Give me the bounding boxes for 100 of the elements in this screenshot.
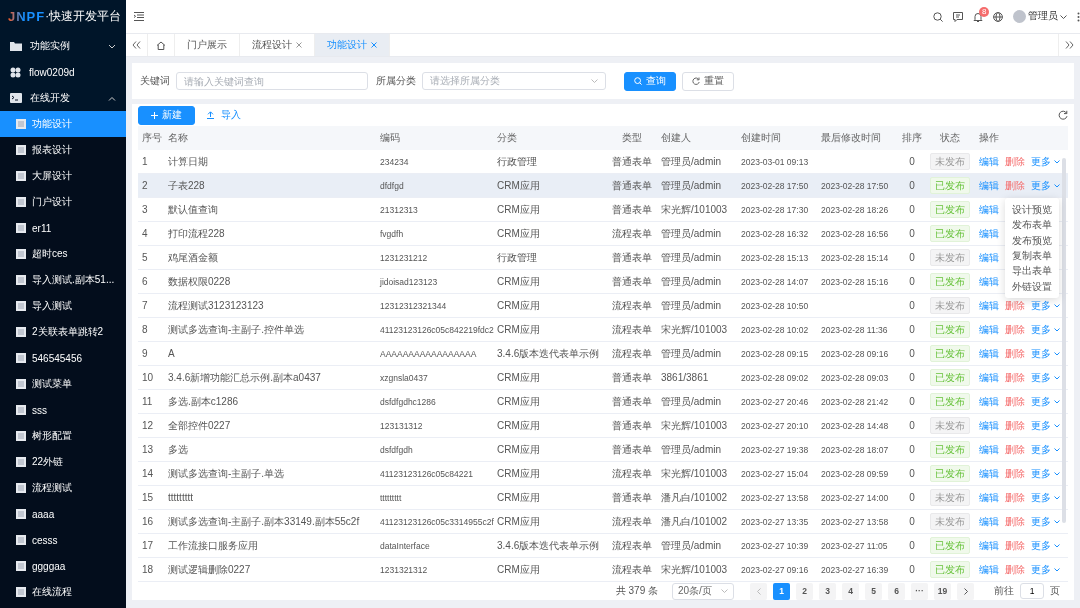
sidebar-item[interactable]: flow0209d [0, 59, 126, 85]
more-vertical-icon[interactable] [1077, 11, 1080, 22]
menu-item[interactable]: 外链设置 [1005, 278, 1059, 294]
page-button[interactable]: 3 [819, 582, 836, 600]
globe-icon[interactable] [993, 11, 1003, 22]
edit-link[interactable]: 编辑 [979, 418, 999, 433]
edit-link[interactable]: 编辑 [979, 202, 999, 217]
page-button[interactable]: 1 [773, 582, 790, 600]
refresh-icon[interactable] [1058, 110, 1068, 121]
scrollbar[interactable] [1062, 158, 1066, 524]
more-link[interactable]: 更多 [1031, 346, 1060, 361]
edit-link[interactable]: 编辑 [979, 346, 999, 361]
double-right-icon[interactable] [1065, 41, 1074, 49]
table-cell: 0 [909, 204, 915, 216]
import-button[interactable]: 导入 [203, 108, 245, 123]
edit-link[interactable]: 编辑 [979, 442, 999, 457]
more-link[interactable]: 更多 [1031, 178, 1060, 193]
edit-link[interactable]: 编辑 [979, 274, 999, 289]
delete-link[interactable]: 删除 [1005, 442, 1025, 457]
more-link[interactable]: 更多 [1031, 322, 1060, 337]
page-button[interactable]: 4 [842, 582, 859, 600]
menu-item[interactable]: 设计预览 [1005, 202, 1059, 218]
more-link[interactable]: 更多 [1031, 442, 1060, 457]
delete-link[interactable]: 删除 [1005, 154, 1025, 169]
delete-link[interactable]: 删除 [1005, 538, 1025, 553]
delete-link[interactable]: 删除 [1005, 466, 1025, 481]
delete-link[interactable]: 删除 [1005, 298, 1025, 313]
edit-link[interactable]: 编辑 [979, 154, 999, 169]
page-size-select[interactable]: 20条/页 [672, 582, 734, 600]
search-button[interactable]: 查询 [624, 71, 676, 91]
sidebar-item[interactable]: 在线开发 [0, 85, 126, 111]
close-icon[interactable] [296, 42, 302, 48]
home-icon[interactable] [156, 40, 166, 50]
page-button[interactable]: 2 [796, 582, 813, 600]
edit-link[interactable]: 编辑 [979, 178, 999, 193]
edit-link[interactable]: 编辑 [979, 394, 999, 409]
tab[interactable]: 门户展示 [175, 34, 240, 56]
bell-icon[interactable] [973, 11, 983, 22]
edit-link[interactable]: 编辑 [979, 514, 999, 529]
edit-link[interactable]: 编辑 [979, 538, 999, 553]
more-link[interactable]: 更多 [1031, 514, 1060, 529]
table-cell: 管理员/admin [661, 443, 721, 455]
double-left-icon[interactable] [132, 41, 141, 49]
edit-link[interactable]: 编辑 [979, 322, 999, 337]
goto-page-field[interactable]: 1 [1020, 583, 1044, 600]
more-link[interactable]: 更多 [1031, 394, 1060, 409]
keyword-field[interactable]: 请输入关键词查询 [176, 72, 368, 90]
user-menu[interactable]: 管理员 [1013, 10, 1067, 23]
sidebar-item[interactable]: 功能设计 [0, 111, 126, 137]
menu-item[interactable]: 发布预览 [1005, 232, 1059, 248]
edit-link[interactable]: 编辑 [979, 562, 999, 577]
tab[interactable]: 功能设计 [315, 34, 390, 56]
menu-item[interactable]: 发布表单 [1005, 217, 1059, 233]
chevron-down-icon [1054, 375, 1060, 380]
delete-link[interactable]: 删除 [1005, 178, 1025, 193]
new-button[interactable]: 新建 [138, 105, 195, 125]
edit-link[interactable]: 编辑 [979, 466, 999, 481]
page-button[interactable]: 6 [888, 582, 905, 600]
sidebar-item[interactable]: 功能实例 [0, 33, 126, 59]
chevron-down-icon [1054, 519, 1060, 524]
document-icon [16, 457, 26, 467]
page-button[interactable]: 5 [865, 582, 882, 600]
menu-item[interactable]: 复制表单 [1005, 247, 1059, 264]
delete-link[interactable]: 删除 [1005, 514, 1025, 529]
edit-link[interactable]: 编辑 [979, 298, 999, 313]
more-link[interactable]: 更多 [1031, 490, 1060, 505]
more-link[interactable]: 更多 [1031, 154, 1060, 169]
delete-link[interactable]: 删除 [1005, 562, 1025, 577]
table-cell: 41123123126c05c842219fdc2 [380, 324, 494, 335]
table-cell: 全部控件0227 [168, 419, 231, 431]
delete-link[interactable]: 删除 [1005, 346, 1025, 361]
edit-link[interactable]: 编辑 [979, 370, 999, 385]
delete-link[interactable]: 删除 [1005, 370, 1025, 385]
reset-button[interactable]: 重置 [682, 71, 734, 91]
table-cell: 2023-02-28 09:59 [821, 468, 889, 479]
page-button[interactable]: 19 [934, 582, 951, 600]
more-link[interactable]: 更多 [1031, 418, 1060, 433]
edit-link[interactable]: 编辑 [979, 226, 999, 241]
edit-link[interactable]: 编辑 [979, 490, 999, 505]
page-button[interactable]: ··· [911, 582, 928, 600]
delete-link[interactable]: 删除 [1005, 490, 1025, 505]
more-link[interactable]: 更多 [1031, 538, 1060, 553]
delete-link[interactable]: 删除 [1005, 418, 1025, 433]
close-icon[interactable] [371, 42, 377, 48]
status-tag: 已发布 [930, 393, 970, 411]
more-link[interactable]: 更多 [1031, 370, 1060, 385]
search-icon[interactable] [933, 11, 943, 22]
delete-link[interactable]: 删除 [1005, 322, 1025, 337]
table-cell: CRM应用 [497, 515, 540, 527]
more-link[interactable]: 更多 [1031, 562, 1060, 577]
table-cell: 41123123126c05c3314955c2f [380, 516, 494, 527]
table-cell: 流程表单 [612, 323, 652, 335]
menu-icon[interactable] [134, 12, 144, 21]
more-link[interactable]: 更多 [1031, 298, 1060, 313]
delete-link[interactable]: 删除 [1005, 394, 1025, 409]
category-select[interactable]: 请选择所属分类 [422, 72, 606, 90]
edit-link[interactable]: 编辑 [979, 250, 999, 265]
message-icon[interactable] [953, 11, 963, 22]
more-link[interactable]: 更多 [1031, 466, 1060, 481]
menu-item[interactable]: 导出表单 [1005, 263, 1059, 279]
